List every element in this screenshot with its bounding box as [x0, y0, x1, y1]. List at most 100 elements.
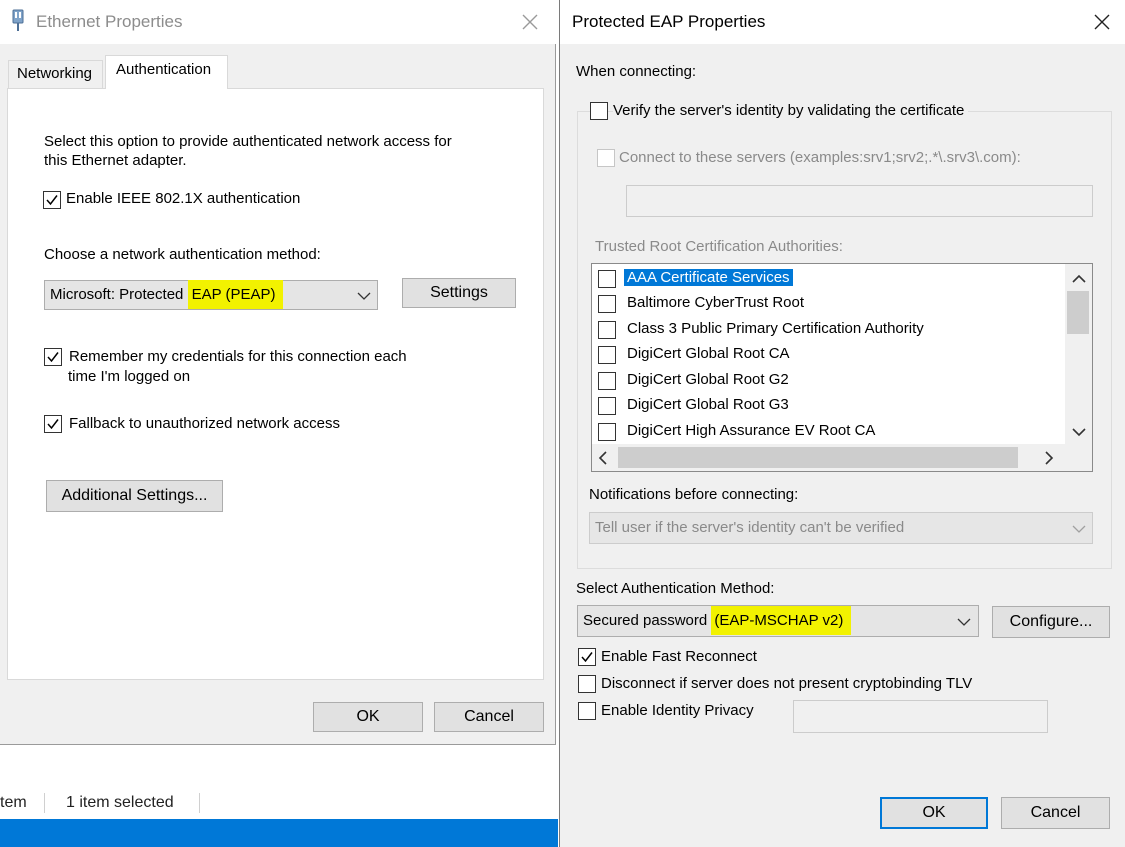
- fast-reconnect-label: Enable Fast Reconnect: [601, 648, 757, 665]
- tab-authentication[interactable]: Authentication: [105, 55, 228, 89]
- checkmark-icon: [47, 352, 59, 363]
- status-selected: 1 item selected: [66, 794, 174, 811]
- choose-method-label: Choose a network authentication method:: [44, 246, 321, 263]
- status-divider: [44, 793, 45, 813]
- cert-label: DigiCert High Assurance EV Root CA: [627, 422, 876, 439]
- peap-ok-label: OK: [922, 804, 946, 821]
- vertical-scroll-thumb[interactable]: [1067, 291, 1089, 334]
- auth-method-combo[interactable]: Secured password (EAP-MSCHAP v2): [577, 605, 979, 637]
- network-adapter-icon: [10, 9, 26, 37]
- peap-properties-window: Protected EAP Properties When connecting…: [559, 0, 1125, 847]
- description-line-2: this Ethernet adapter.: [44, 152, 187, 169]
- tab-networking-label: Networking: [17, 65, 93, 82]
- cert-list-item[interactable]: DigiCert Global Root G2: [598, 370, 1068, 392]
- remember-credentials-checkbox[interactable]: [44, 348, 62, 366]
- scroll-down-icon[interactable]: [1072, 427, 1086, 437]
- scroll-left-icon[interactable]: [598, 451, 608, 465]
- disconnect-crypto-checkbox[interactable]: [578, 675, 596, 693]
- identity-privacy-label: Enable Identity Privacy: [601, 702, 754, 719]
- checkmark-icon: [581, 652, 593, 663]
- servers-input[interactable]: [626, 185, 1093, 217]
- cert-checkbox[interactable]: [598, 270, 616, 288]
- cert-list-item[interactable]: DigiCert Global Root G3: [598, 395, 1068, 417]
- remember-line-2: time I'm logged on: [68, 368, 191, 385]
- cert-list-item[interactable]: Class 3 Public Primary Certification Aut…: [598, 319, 1068, 341]
- chevron-down-icon: [357, 292, 371, 300]
- fallback-checkbox[interactable]: [44, 415, 62, 433]
- cert-label: Class 3 Public Primary Certification Aut…: [627, 320, 924, 337]
- peap-ok-button[interactable]: OK: [880, 797, 988, 829]
- checkmark-icon: [47, 419, 59, 430]
- configure-button[interactable]: Configure...: [992, 606, 1110, 638]
- close-icon[interactable]: [520, 12, 540, 36]
- cert-checkbox[interactable]: [598, 397, 616, 415]
- enable-8021x-checkbox[interactable]: [43, 191, 61, 209]
- peap-cancel-button[interactable]: Cancel: [1001, 797, 1110, 829]
- remember-line-1: Remember my credentials for this connect…: [69, 348, 407, 365]
- tab-authentication-label: Authentication: [116, 61, 212, 78]
- cert-list-item[interactable]: AAA Certificate Services: [598, 268, 1068, 290]
- peap-title: Protected EAP Properties: [572, 12, 766, 31]
- auth-method-combo[interactable]: Microsoft: Protected EAP (PEAP): [44, 280, 378, 310]
- ethernet-ok-button[interactable]: OK: [313, 702, 423, 732]
- status-items: tem: [0, 794, 27, 811]
- cert-checkbox[interactable]: [598, 423, 616, 441]
- cert-label: DigiCert Global Root G3: [627, 396, 789, 413]
- notifications-label: Notifications before connecting:: [589, 486, 799, 503]
- configure-button-label: Configure...: [1009, 613, 1093, 630]
- cert-list-item[interactable]: DigiCert Global Root CA: [598, 344, 1068, 366]
- cert-list-item[interactable]: Baltimore CyberTrust Root: [598, 293, 1068, 315]
- identity-privacy-checkbox[interactable]: [578, 702, 596, 720]
- horizontal-scroll-thumb[interactable]: [618, 447, 1018, 468]
- verify-server-checkbox[interactable]: [590, 102, 608, 120]
- peap-cancel-label: Cancel: [1030, 804, 1081, 821]
- cert-checkbox[interactable]: [598, 372, 616, 390]
- cert-checkbox[interactable]: [598, 346, 616, 364]
- certificate-list[interactable]: AAA Certificate Services Baltimore Cyber…: [591, 263, 1093, 472]
- explorer-status-bar: tem 1 item selected: [0, 746, 558, 819]
- verify-server-label: Verify the server's identity by validati…: [613, 102, 969, 119]
- taskbar: [0, 819, 558, 847]
- disconnect-crypto-label: Disconnect if server does not present cr…: [601, 675, 973, 692]
- cert-label: Baltimore CyberTrust Root: [627, 294, 804, 311]
- cert-checkbox[interactable]: [598, 295, 616, 313]
- scrollbar-corner: [1065, 444, 1092, 471]
- scroll-up-icon[interactable]: [1072, 274, 1086, 284]
- chevron-down-icon: [1072, 525, 1086, 533]
- connect-servers-checkbox[interactable]: [597, 149, 615, 167]
- ethernet-cancel-label: Cancel: [464, 708, 514, 725]
- settings-button[interactable]: Settings: [402, 278, 516, 308]
- auth-method-highlight: (EAP-MSCHAP v2): [711, 606, 852, 635]
- peap-title-bar: Protected EAP Properties: [560, 0, 1125, 44]
- vertical-scrollbar[interactable]: [1065, 264, 1092, 444]
- connect-servers-label: Connect to these servers (examples:srv1;…: [619, 149, 1021, 166]
- enable-8021x-label: Enable IEEE 802.1X authentication: [66, 190, 301, 207]
- fast-reconnect-checkbox[interactable]: [578, 648, 596, 666]
- ethernet-ok-label: OK: [356, 708, 380, 725]
- checkmark-icon: [46, 195, 58, 206]
- cert-label: DigiCert Global Root CA: [627, 345, 790, 362]
- select-auth-label: Select Authentication Method:: [576, 580, 775, 597]
- ethernet-cancel-button[interactable]: Cancel: [434, 702, 544, 732]
- description-line-1: Select this option to provide authentica…: [44, 133, 452, 150]
- close-icon[interactable]: [1092, 12, 1112, 36]
- tab-networking[interactable]: Networking: [8, 60, 103, 88]
- notifications-value: Tell user if the server's identity can't…: [595, 519, 905, 536]
- additional-settings-label: Additional Settings...: [61, 487, 208, 504]
- ethernet-title: Ethernet Properties: [36, 12, 183, 31]
- cert-label: DigiCert Global Root G2: [627, 371, 789, 388]
- notifications-combo[interactable]: Tell user if the server's identity can't…: [589, 512, 1093, 544]
- settings-button-label: Settings: [430, 284, 488, 301]
- fallback-label: Fallback to unauthorized network access: [69, 415, 340, 432]
- cert-checkbox[interactable]: [598, 321, 616, 339]
- scroll-right-icon[interactable]: [1044, 451, 1054, 465]
- status-divider: [199, 793, 200, 813]
- chevron-down-icon: [957, 618, 971, 626]
- additional-settings-button[interactable]: Additional Settings...: [46, 480, 223, 512]
- identity-input[interactable]: [793, 700, 1048, 733]
- cert-list-item[interactable]: DigiCert High Assurance EV Root CA: [598, 421, 1068, 443]
- horizontal-scrollbar[interactable]: [592, 444, 1065, 471]
- auth-method-highlight: EAP (PEAP): [187, 280, 284, 309]
- cert-label: AAA Certificate Services: [624, 269, 793, 286]
- ethernet-properties-window: Ethernet Properties Networking Authentic…: [0, 0, 556, 745]
